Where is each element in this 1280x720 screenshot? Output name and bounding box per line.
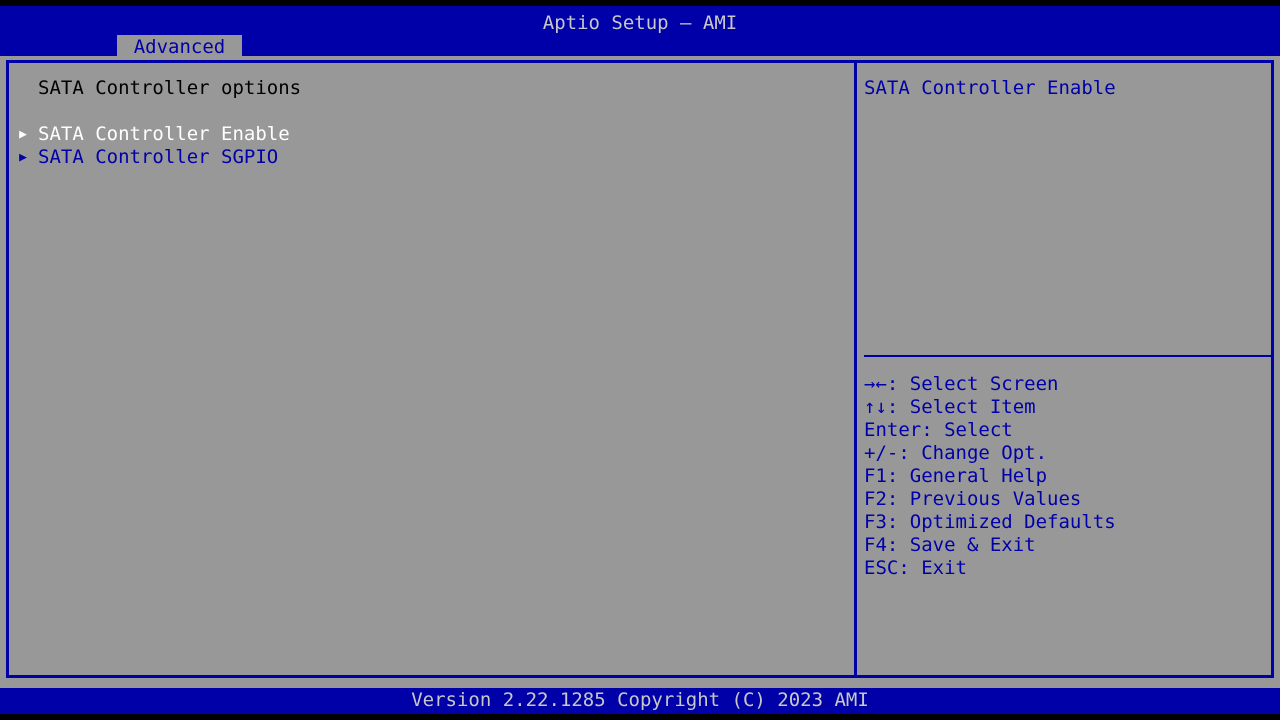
footer-bar: Version 2.22.1285 Copyright (C) 2023 AMI bbox=[0, 688, 1280, 714]
legend-row: →←: Select Screen bbox=[864, 373, 1059, 395]
menu-item-sata-controller-enable[interactable]: ▶ SATA Controller Enable bbox=[9, 123, 290, 146]
menu-item-label: SATA Controller Enable bbox=[38, 123, 290, 145]
bios-setup-screen: Aptio Setup – AMI Advanced SATA Controll… bbox=[0, 0, 1280, 720]
submenu-arrow-icon: ▶ bbox=[19, 127, 27, 142]
legend-row: F2: Previous Values bbox=[864, 488, 1082, 510]
help-pane: SATA Controller Enable →←: Select Screen… bbox=[857, 63, 1274, 675]
content-frame: SATA Controller options ▶ SATA Controlle… bbox=[6, 60, 1274, 678]
tab-advanced[interactable]: Advanced bbox=[117, 35, 242, 59]
menu-item-sata-controller-sgpio[interactable]: ▶ SATA Controller SGPIO bbox=[9, 146, 278, 169]
legend-row: ESC: Exit bbox=[864, 557, 967, 579]
legend-row: F3: Optimized Defaults bbox=[864, 511, 1116, 533]
legend-row: F1: General Help bbox=[864, 465, 1048, 487]
bottom-black-strip bbox=[0, 714, 1280, 720]
title-bar: Aptio Setup – AMI Advanced bbox=[0, 6, 1280, 59]
legend-row: F4: Save & Exit bbox=[864, 534, 1036, 556]
settings-list-pane: SATA Controller options ▶ SATA Controlle… bbox=[9, 63, 854, 675]
key-legend: →←: Select Screen ↑↓: Select Item Enter:… bbox=[864, 373, 1274, 580]
page-title: Aptio Setup – AMI bbox=[542, 12, 738, 34]
version-text: Version 2.22.1285 Copyright (C) 2023 AMI bbox=[411, 689, 869, 711]
help-title: SATA Controller Enable bbox=[864, 77, 1116, 99]
menu-item-label: SATA Controller SGPIO bbox=[38, 146, 279, 168]
section-heading-label: SATA Controller options bbox=[38, 77, 302, 99]
legend-row: +/-: Change Opt. bbox=[864, 442, 1048, 464]
section-heading: SATA Controller options bbox=[9, 77, 301, 100]
legend-row: Enter: Select bbox=[864, 419, 1013, 441]
help-divider bbox=[864, 355, 1273, 357]
submenu-arrow-icon: ▶ bbox=[19, 150, 27, 165]
legend-row: ↑↓: Select Item bbox=[864, 396, 1036, 418]
